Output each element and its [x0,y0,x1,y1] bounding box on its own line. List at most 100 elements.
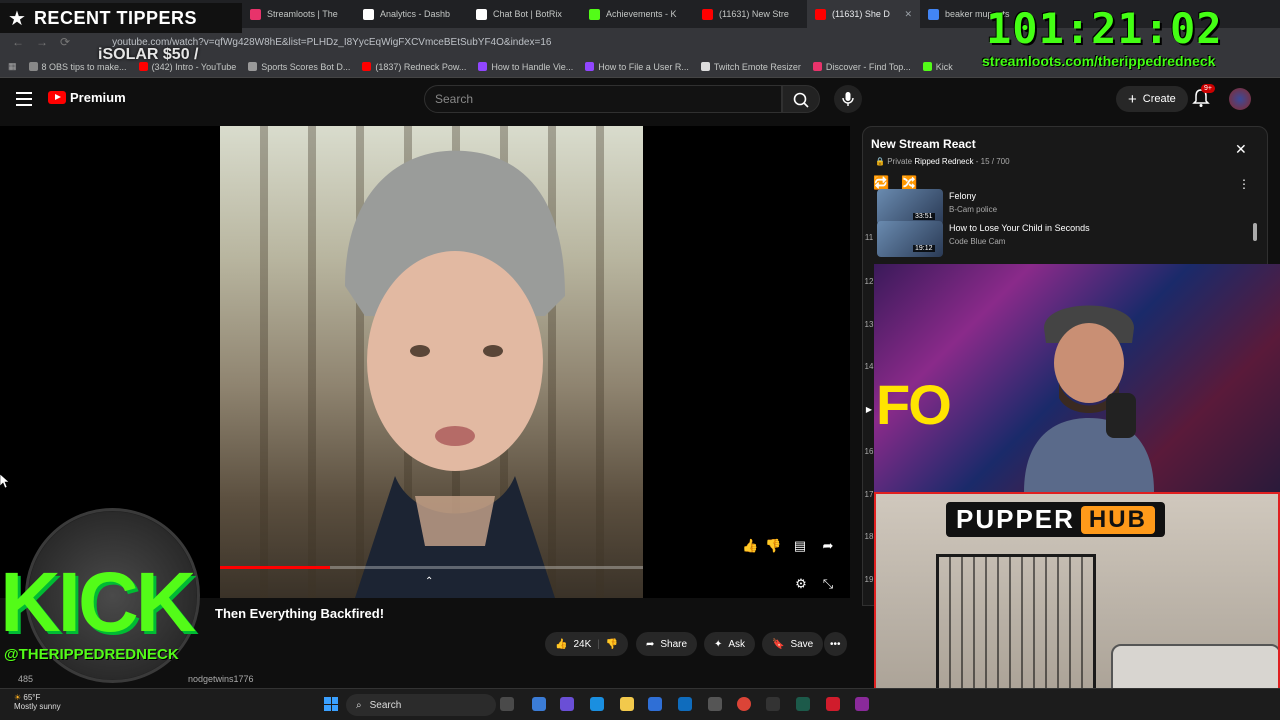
item-title: Felony [949,191,977,201]
bookmark-label: Twitch Emote Resizer [713,61,801,72]
taskbar-search[interactable]: ⌕ Search [346,694,496,716]
windows-start-icon[interactable] [324,697,338,711]
apps-icon[interactable]: ▦ [8,61,17,72]
playlist-owner[interactable]: Ripped Redneck [914,157,973,166]
playlist-privacy: Private [887,157,913,166]
tipper-ticker: iSOLAR $50 / [98,46,199,63]
settings-gear-icon[interactable]: ⚙ [793,576,809,592]
browser-tab-active[interactable]: (11631) She D ✕ [807,0,920,28]
share-icon: ➦ [646,638,655,650]
like-overlay-icon[interactable]: 👍 [742,538,758,554]
bookmark-item[interactable]: Kick [922,61,953,72]
share-button[interactable]: ➦ Share [636,632,698,656]
close-icon[interactable]: ✕ [1235,141,1247,158]
bookmark-favicon [585,62,595,71]
bookmark-item[interactable]: Sports Scores Bot D... [248,62,350,72]
comments-overlay-icon[interactable]: ▤ [792,538,808,554]
chrome-icon[interactable] [737,697,751,711]
tab-label: Achievements - K [606,9,677,19]
playlist-item[interactable]: 11 19:12 How to Lose Your Child in Secon… [863,221,1253,261]
like-dislike-group[interactable]: 👍 24K | 👎 [545,632,629,656]
bookmark-favicon [700,62,710,71]
forward-icon[interactable]: → [36,35,48,49]
bookmark-label: How to Handle Vie... [491,61,574,72]
browser-tab[interactable]: Streamloots | The [242,0,355,28]
more-actions-button[interactable]: ••• [824,632,847,656]
youtube-logo[interactable]: Premium [48,90,126,105]
ask-button[interactable]: ✦ Ask [704,632,756,656]
more-icon: ••• [830,638,841,650]
bookmark-favicon [478,62,488,71]
file-explorer-icon[interactable] [620,697,634,711]
bookmark-item[interactable]: Twitch Emote Resizer [700,61,801,72]
thumbs-down-icon[interactable]: 👎 [606,639,618,650]
menu-icon[interactable] [16,92,32,106]
bookmark-item[interactable]: How to File a User R... [585,62,689,72]
bookmark-item[interactable]: Discover - Find Top... [812,62,911,72]
playlist-scrollbar[interactable] [1253,223,1257,241]
terminal-icon[interactable] [796,697,810,711]
browser-tab[interactable]: Chat Bot | BotRix [468,0,581,28]
back-icon[interactable]: ← [12,35,24,49]
streamer-figure [1024,305,1154,492]
bookmark-label: How to File a User R... [598,61,689,72]
voice-search-button[interactable] [834,85,862,113]
bookmark-favicon [28,62,38,71]
search-placeholder: Search [435,92,474,106]
microphone-icon [842,92,854,106]
account-avatar[interactable] [1229,88,1251,110]
thumbs-up-icon[interactable]: 👍 [555,639,567,650]
logo-text: Premium [70,90,126,105]
exit-fullscreen-icon[interactable]: ⤡ [820,576,836,592]
search-button[interactable] [782,85,820,113]
search-input[interactable]: Search [424,85,782,113]
video-progress-bar[interactable] [220,566,643,569]
plus-icon: + [1128,90,1137,108]
browser-tab[interactable]: (11631) New Stre [694,0,807,28]
app-icon[interactable] [855,697,869,711]
teams-icon[interactable] [560,697,574,711]
recent-tippers-label: RECENT TIPPERS [33,7,197,28]
playlist-title[interactable]: New Stream React [871,137,976,151]
app-icon[interactable] [766,697,780,711]
tab-label: Chat Bot | BotRix [493,9,562,19]
copilot-icon[interactable] [532,697,546,711]
bookmark-item[interactable]: How to Handle Vie... [478,62,573,72]
tab-label: Streamloots | The [267,9,338,19]
create-button[interactable]: + Create [1116,86,1188,112]
dislike-overlay-icon[interactable]: 👎 [765,538,781,554]
tab-favicon [363,8,374,20]
weather-widget[interactable]: ☀ 65°F Mostly sunny [14,693,61,711]
video-person [345,150,565,598]
chevron-up-icon[interactable]: ⌃ [425,576,433,587]
bookmark-label: Kick [935,61,953,72]
star-icon: ★ [8,7,26,30]
background-sign-text: FO [876,373,952,436]
tab-close-icon[interactable]: ✕ [904,9,912,20]
reload-icon[interactable]: ⟳ [60,35,70,49]
youtube-header: Premium Search + Create 9+ [0,80,1280,120]
tab-favicon [928,8,939,20]
edge-icon[interactable] [590,697,604,711]
pupper-word: PUPPER [956,504,1075,534]
app-icon[interactable] [826,697,840,711]
divider: | [597,638,600,650]
lock-icon: 🔒 [875,157,885,166]
share-overlay-icon[interactable]: ➦ [820,538,836,554]
playlist-position: 15 / 700 [980,157,1010,166]
outlook-icon[interactable] [678,697,692,711]
tab-label: (11631) She D [832,9,890,19]
tab-favicon [702,8,713,20]
playlist-subtitle: 🔒 Private Ripped Redneck - 15 / 700 [875,157,1010,166]
store-icon[interactable] [648,697,662,711]
browser-tab[interactable]: Analytics - Dashb [355,0,468,28]
obs-icon[interactable] [708,697,722,711]
task-view-icon[interactable] [500,697,514,711]
like-count: 24K [573,638,592,650]
save-button[interactable]: 🔖 Save [762,632,824,656]
search-icon [793,92,809,108]
bookmark-item[interactable]: (1837) Redneck Pow... [362,62,466,72]
browser-tab[interactable]: Achievements - K [581,0,694,28]
item-channel: B-Cam police [949,205,998,214]
tab-favicon [250,8,261,20]
